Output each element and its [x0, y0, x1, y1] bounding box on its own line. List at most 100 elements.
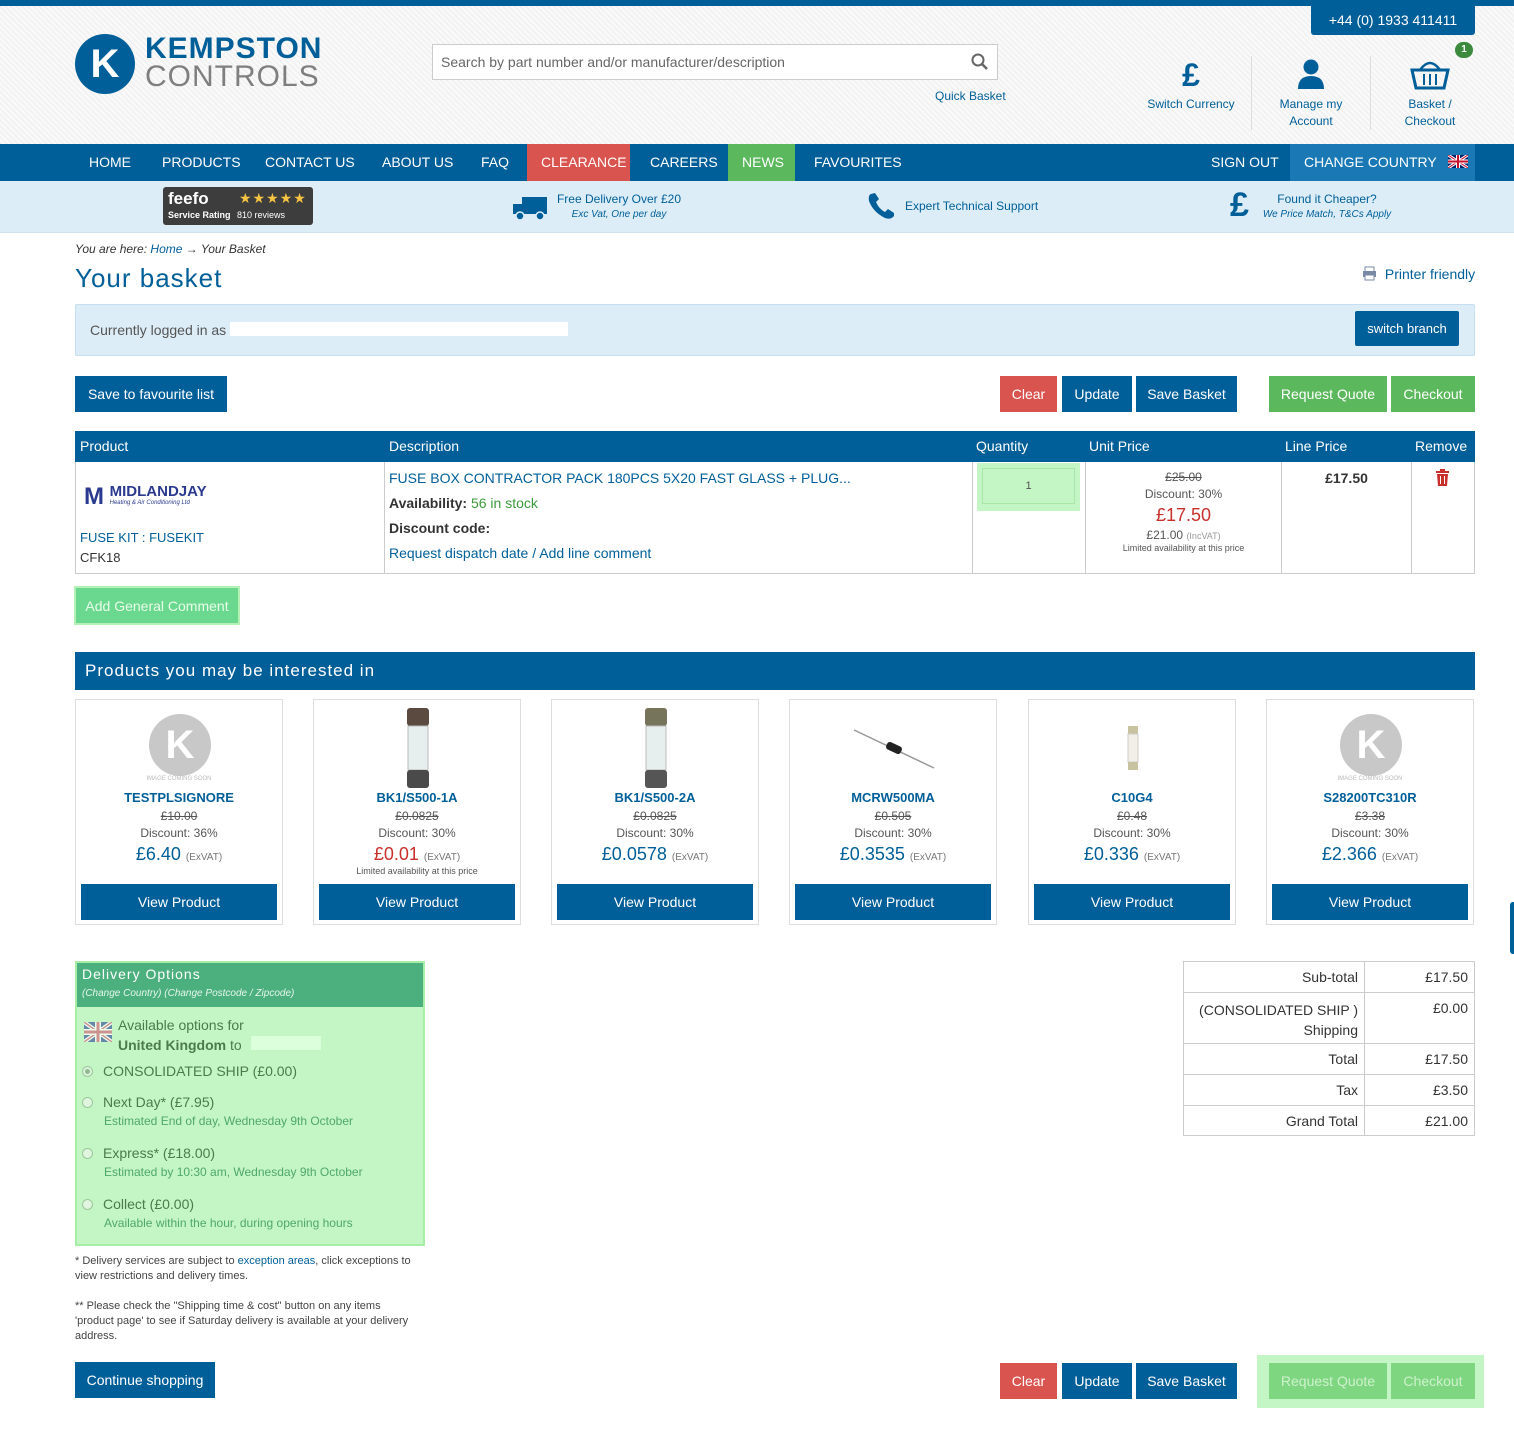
logo-text-line2[interactable]: CONTROLS — [145, 60, 320, 94]
related-product-card[interactable]: BK1/S500-2A £0.0825 Discount: 30% £0.057… — [551, 699, 759, 925]
search-icon[interactable] — [970, 52, 990, 72]
product-description-link[interactable]: FUSE BOX CONTRACTOR PACK 180PCS 5X20 FAS… — [389, 470, 851, 486]
basket-checkout-button[interactable]: Basket / Checkout — [1371, 58, 1489, 130]
manage-account-label-1: Manage my — [1279, 97, 1343, 111]
view-product-button[interactable]: View Product — [1272, 884, 1468, 920]
nav-contact-us[interactable]: CONTACT US — [251, 144, 369, 181]
view-product-button[interactable]: View Product — [319, 884, 515, 920]
related-discount: Discount: 30% — [1331, 826, 1409, 840]
nav-clearance[interactable]: CLEARANCE — [527, 144, 630, 181]
feefo-rating-label: Service Rating — [168, 210, 231, 220]
manage-account-label-2: Account — [1289, 114, 1333, 128]
free-delivery-title: Free Delivery Over £20 — [556, 192, 682, 206]
add-line-comment-link[interactable]: Add line comment — [539, 545, 651, 561]
continue-shopping-button[interactable]: Continue shopping — [75, 1362, 215, 1398]
clear-button[interactable]: Clear — [1000, 376, 1057, 412]
nav-careers[interactable]: CAREERS — [636, 144, 732, 181]
breadcrumb-home[interactable]: Home — [150, 242, 182, 256]
radio-button[interactable] — [82, 1097, 93, 1108]
related-product-name[interactable]: BK1/S500-2A — [552, 790, 758, 805]
line-price: £17.50 — [1325, 470, 1368, 486]
nav-favourites[interactable]: FAVOURITES — [800, 144, 916, 181]
unit-price-limited: Limited availability at this price — [1122, 543, 1245, 553]
checkout-button[interactable]: Checkout — [1391, 376, 1475, 412]
request-quote-button[interactable]: Request Quote — [1269, 376, 1387, 412]
phone-number[interactable]: +44 (0) 1933 411411 — [1311, 6, 1475, 35]
clear-button[interactable]: Clear — [1000, 1363, 1057, 1399]
related-product-name[interactable]: TESTPLSIGNORE — [76, 790, 282, 805]
related-product-card[interactable]: C10G4 £0.48 Discount: 30% £0.336 (ExVAT)… — [1028, 699, 1236, 925]
logo-mark[interactable]: K — [75, 34, 135, 94]
printer-friendly-link[interactable]: Printer friendly — [1362, 266, 1475, 282]
request-dispatch-link[interactable]: Request dispatch date — [389, 545, 528, 561]
page-title: Your basket — [75, 263, 223, 293]
quick-basket-link[interactable]: Quick Basket — [935, 89, 1006, 103]
view-product-button[interactable]: View Product — [557, 884, 753, 920]
save-basket-button[interactable]: Save Basket — [1136, 1363, 1237, 1399]
update-button[interactable]: Update — [1062, 376, 1132, 412]
glass-fuse-image — [645, 708, 667, 788]
tax-value: £3.50 — [1432, 1082, 1468, 1098]
view-product-button[interactable]: View Product — [81, 884, 277, 920]
related-product-card[interactable]: MCRW500MA £0.505 Discount: 30% £0.3535 (… — [789, 699, 997, 925]
nav-about-us[interactable]: ABOUT US — [368, 144, 467, 181]
trash-icon[interactable] — [1435, 469, 1450, 486]
nav-change-country[interactable]: CHANGE COUNTRY — [1290, 144, 1475, 181]
view-product-button[interactable]: View Product — [795, 884, 991, 920]
exception-areas-link[interactable]: exception areas — [238, 1255, 316, 1267]
cartridge-fuse-image — [1127, 726, 1139, 770]
nav-products[interactable]: PRODUCTS — [148, 144, 255, 181]
related-product-name[interactable]: BK1/S500-1A — [314, 790, 520, 805]
related-product-name[interactable]: S28200TC310R — [1267, 790, 1473, 805]
related-price-value: £0.3535 — [839, 844, 905, 864]
delivery-option-next-day[interactable]: Next Day* (£7.95) Estimated End of day, … — [82, 1094, 353, 1128]
checkout-button[interactable]: Checkout — [1391, 1363, 1475, 1399]
exvat-label: (ExVAT) — [671, 852, 709, 863]
star-rating-icon: ★★★★★ — [239, 190, 307, 206]
add-general-comment-button[interactable]: Add General Comment — [74, 586, 240, 625]
related-limited: Limited availability at this price — [356, 866, 478, 876]
nav-sign-out[interactable]: SIGN OUT — [1197, 144, 1293, 181]
save-favourite-button[interactable]: Save to favourite list — [75, 376, 227, 412]
unit-price-old: £25.00 — [1165, 470, 1202, 484]
side-feedback-tab[interactable] — [1510, 902, 1514, 954]
delivery-option-consolidated[interactable]: CONSOLIDATED SHIP (£0.00) — [82, 1063, 297, 1079]
product-name-link[interactable]: FUSE KIT : FUSEKIT — [80, 530, 204, 545]
related-price: £0.0578 (ExVAT) — [552, 844, 758, 865]
related-product-card[interactable]: BK1/S500-1A £0.0825 Discount: 30% £0.01 … — [313, 699, 521, 925]
delivery-option-estimate: Estimated End of day, Wednesday 9th Octo… — [104, 1114, 354, 1128]
related-product-card[interactable]: K Image Coming Soon S28200TC310R £3.38 D… — [1266, 699, 1474, 925]
search-input[interactable] — [432, 44, 998, 80]
technical-support-usp[interactable]: Expert Technical Support — [905, 199, 1038, 213]
delivery-option-collect[interactable]: Collect (£0.00) Available within the hou… — [82, 1196, 353, 1230]
feefo-badge[interactable]: feefo ★★★★★ Service Rating 810 reviews — [163, 187, 313, 225]
nav-faq[interactable]: FAQ — [467, 144, 523, 181]
related-price: £0.01 (ExVAT) — [314, 844, 520, 865]
radio-button[interactable] — [82, 1199, 93, 1210]
free-delivery-usp[interactable]: Free Delivery Over £20 Exc Vat, One per … — [553, 192, 685, 220]
switch-currency-button[interactable]: £ Switch Currency — [1132, 58, 1250, 113]
update-button[interactable]: Update — [1062, 1363, 1132, 1399]
quantity-input[interactable] — [982, 468, 1075, 504]
switch-branch-button[interactable]: switch branch — [1355, 311, 1459, 346]
totals-table: Sub-total £17.50 (CONSOLIDATED SHIP ) Shi… — [1183, 961, 1475, 1136]
delivery-option-express[interactable]: Express* (£18.00) Estimated by 10:30 am,… — [82, 1145, 363, 1179]
save-basket-button[interactable]: Save Basket — [1136, 376, 1237, 412]
request-quote-button[interactable]: Request Quote — [1269, 1363, 1387, 1399]
related-product-name[interactable]: MCRW500MA — [790, 790, 996, 805]
related-price-value: £0.0578 — [601, 844, 667, 864]
related-product-card[interactable]: K Image Coming Soon TESTPLSIGNORE £10.00… — [75, 699, 283, 925]
axial-fuse-image — [853, 729, 935, 769]
basket-count-badge: 1 — [1455, 42, 1473, 58]
manage-account-button[interactable]: Manage my Account — [1252, 58, 1370, 130]
nav-news[interactable]: NEWS — [728, 144, 795, 181]
nav-home[interactable]: HOME — [75, 144, 145, 181]
radio-button-selected[interactable] — [82, 1066, 93, 1077]
available-options-text: Available options for United Kingdom to — [118, 1015, 244, 1055]
price-match-usp[interactable]: Found it Cheaper? We Price Match, T&Cs A… — [1262, 192, 1392, 220]
subtotal-label: Sub-total — [1184, 962, 1365, 992]
view-product-button[interactable]: View Product — [1034, 884, 1230, 920]
radio-button[interactable] — [82, 1148, 93, 1159]
related-product-name[interactable]: C10G4 — [1029, 790, 1235, 805]
change-country-postcode-links[interactable]: (Change Country) (Change Postcode / Zipc… — [82, 988, 294, 999]
